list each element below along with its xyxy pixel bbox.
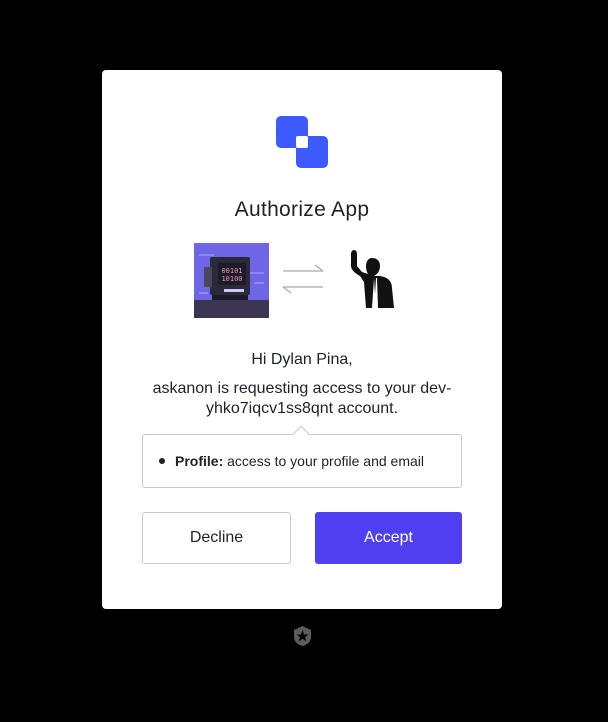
illustration-binary-top: 00101 bbox=[221, 267, 242, 275]
computer-illustration-icon: 00101 10100 bbox=[194, 243, 269, 318]
authorize-dialog: Authorize App 00101 10100 Hi Dylan Pina,… bbox=[102, 70, 502, 609]
scope-item-profile: Profile: access to your profile and emai… bbox=[159, 453, 424, 469]
app-logo-icon bbox=[276, 116, 328, 168]
accept-button[interactable]: Accept bbox=[315, 512, 462, 564]
user-avatar-icon bbox=[351, 250, 394, 308]
scope-box-notch bbox=[292, 425, 310, 443]
page-title: Authorize App bbox=[234, 198, 370, 221]
bullet-icon bbox=[159, 458, 165, 465]
illustration-binary-bottom: 10100 bbox=[221, 275, 242, 283]
greeting-text: Hi Dylan Pina, bbox=[251, 351, 353, 368]
exchange-arrows-icon bbox=[282, 264, 324, 294]
request-text: askanon is requesting access to your dev… bbox=[152, 380, 452, 417]
scope-list: Profile: access to your profile and emai… bbox=[142, 425, 462, 488]
decline-button[interactable]: Decline bbox=[142, 512, 291, 564]
scope-description: access to your profile and email bbox=[223, 453, 424, 469]
auth0-badge-icon bbox=[294, 626, 311, 646]
scope-name: Profile: bbox=[175, 453, 224, 469]
